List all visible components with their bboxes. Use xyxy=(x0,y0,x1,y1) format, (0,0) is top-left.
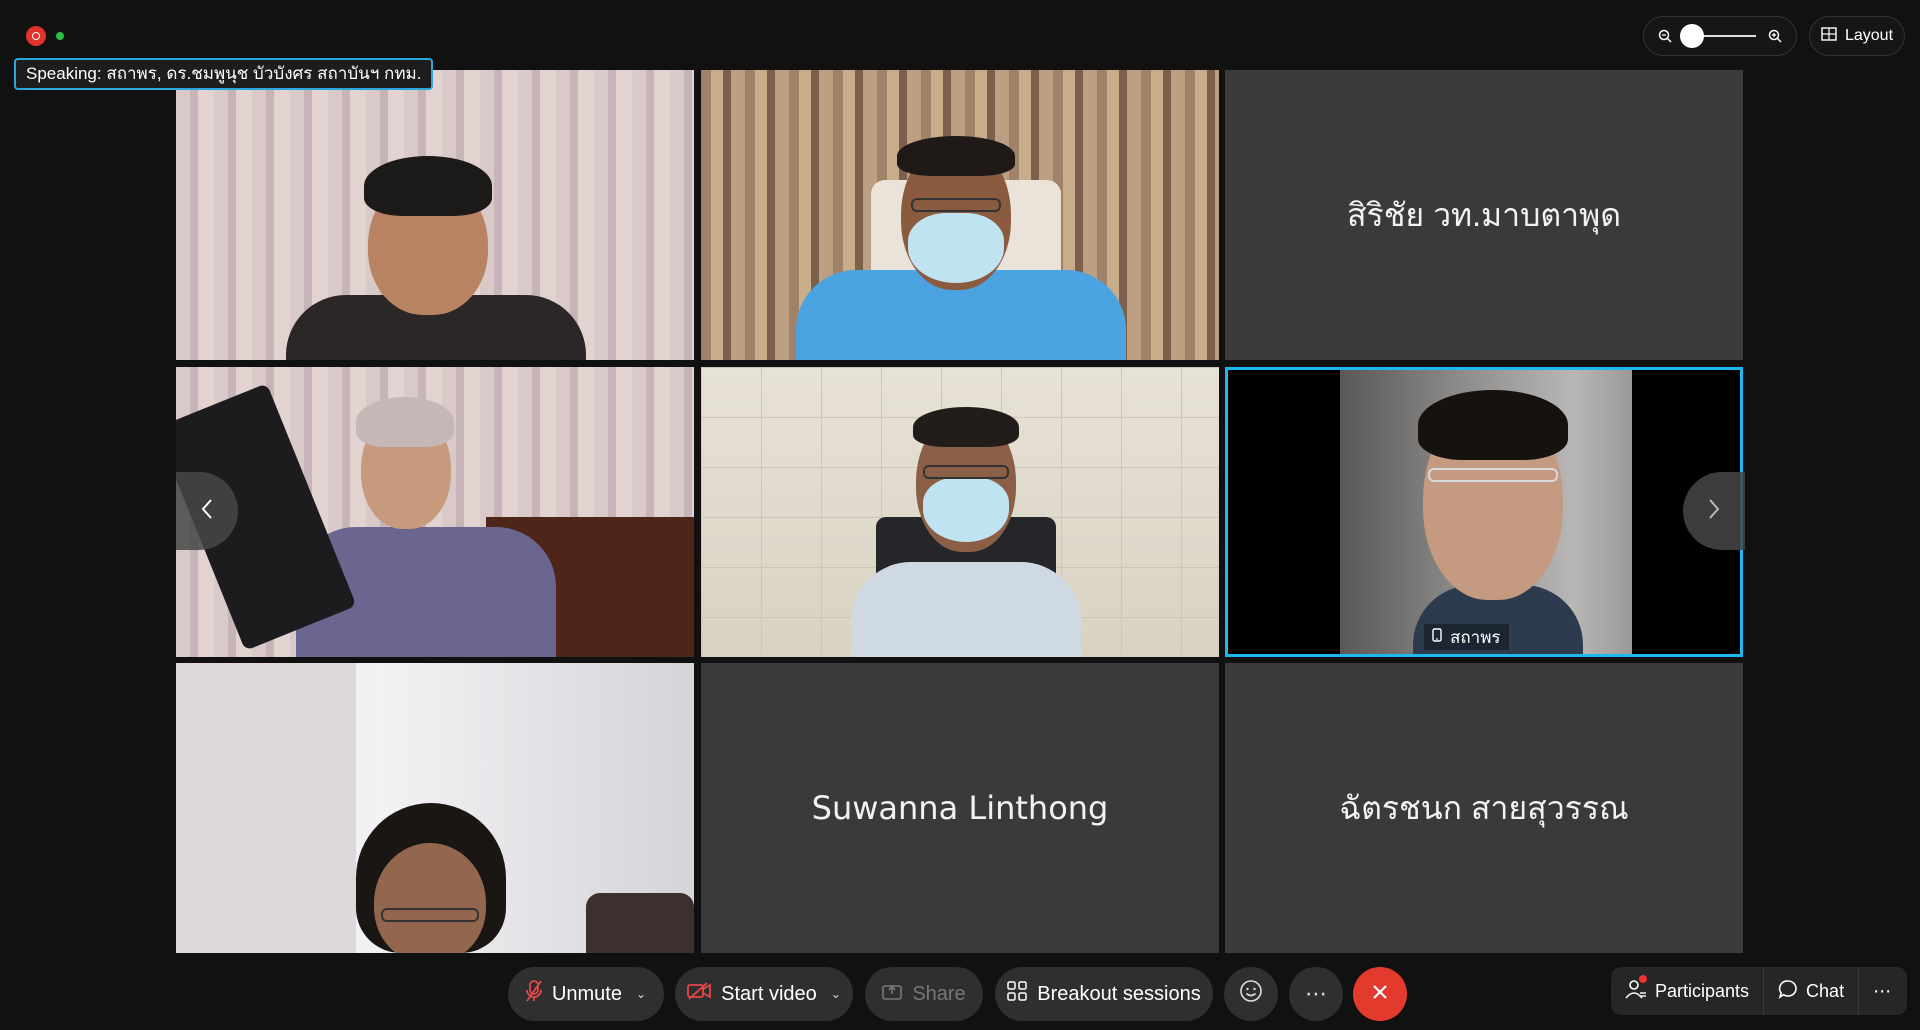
chevron-down-icon[interactable]: ⌄ xyxy=(831,987,841,1001)
zoom-out-icon[interactable] xyxy=(1656,27,1674,45)
zoom-slider-thumb[interactable] xyxy=(1680,24,1704,48)
share-button[interactable]: Share xyxy=(865,967,983,1021)
more-horizontal-icon: ⋯ xyxy=(1873,980,1892,1001)
video-off-icon xyxy=(687,982,712,1006)
start-video-button[interactable]: Start video ⌄ xyxy=(675,967,853,1021)
chat-button[interactable]: Chat xyxy=(1764,967,1860,1015)
share-label: Share xyxy=(912,982,966,1005)
participant-name: สิริชัย วท.มาบตาพุด xyxy=(1346,196,1622,233)
more-horizontal-icon: ⋯ xyxy=(1305,981,1327,1006)
close-icon xyxy=(1371,981,1389,1007)
more-panels-button[interactable]: ⋯ xyxy=(1859,967,1905,1015)
mobile-device-icon xyxy=(1432,627,1442,647)
muted-microphone-icon xyxy=(526,979,542,1009)
participant-name: สถาพร xyxy=(1450,627,1501,647)
connection-status-icon xyxy=(56,32,64,40)
start-video-label: Start video xyxy=(721,982,817,1005)
unmute-label: Unmute xyxy=(551,982,622,1005)
speaking-indicator: Speaking: สถาพร, ดร.ชมพูนุช บัวบังศร สถา… xyxy=(14,58,434,90)
participants-icon xyxy=(1625,974,1647,1004)
chat-bubble-icon xyxy=(1778,979,1798,1004)
participant-tile-9[interactable]: ฉัตรชนก สายสุวรรณ xyxy=(1225,663,1743,953)
chevron-right-icon xyxy=(1707,498,1721,525)
grid-layout-icon xyxy=(1821,26,1837,46)
zoom-control[interactable] xyxy=(1643,16,1797,56)
participant-tile-6[interactable]: สถาพร xyxy=(1225,367,1743,657)
chevron-left-icon xyxy=(200,498,214,525)
breakout-sessions-button[interactable]: Breakout sessions xyxy=(995,967,1213,1021)
zoom-slider[interactable] xyxy=(1680,24,1756,48)
participant-tile-3[interactable]: สิริชัย วท.มาบตาพุด xyxy=(1225,70,1743,360)
participant-tile-4[interactable] xyxy=(176,367,694,657)
meeting-window: Speaking: สถาพร, ดร.ชมพูนุช บัวบังศร สถา… xyxy=(0,0,1920,1030)
breakout-sessions-label: Breakout sessions xyxy=(1037,982,1201,1005)
chevron-down-icon[interactable]: ⌄ xyxy=(636,987,646,1001)
more-options-button[interactable]: ⋯ xyxy=(1289,967,1343,1021)
participant-tile-7[interactable] xyxy=(176,663,694,953)
layout-button[interactable]: Layout xyxy=(1809,16,1905,56)
chat-label: Chat xyxy=(1806,980,1845,1001)
share-icon xyxy=(882,982,903,1006)
participants-button[interactable]: Participants xyxy=(1611,967,1765,1015)
participant-tile-5[interactable] xyxy=(701,367,1219,657)
reactions-button[interactable] xyxy=(1224,967,1278,1021)
notification-badge xyxy=(1639,974,1647,983)
recording-icon[interactable] xyxy=(26,26,46,46)
breakout-sessions-icon xyxy=(1007,981,1028,1007)
participant-name-tag: สถาพร xyxy=(1424,624,1509,650)
layout-label: Layout xyxy=(1844,27,1894,44)
smiley-icon xyxy=(1239,979,1263,1009)
participant-name: Suwanna Linthong xyxy=(811,789,1109,827)
participant-name: ฉัตรชนก สายสุวรรณ xyxy=(1339,789,1629,826)
participant-tile-8[interactable]: Suwanna Linthong xyxy=(701,663,1219,953)
participants-label: Participants xyxy=(1655,980,1750,1001)
participant-tile-1[interactable] xyxy=(176,70,694,360)
participant-tile-2[interactable] xyxy=(701,70,1219,360)
unmute-button[interactable]: Unmute ⌄ xyxy=(508,967,664,1021)
zoom-in-icon[interactable] xyxy=(1766,27,1784,45)
leave-meeting-button[interactable] xyxy=(1353,967,1407,1021)
panel-toggle-group: Participants Chat ⋯ xyxy=(1611,967,1907,1015)
